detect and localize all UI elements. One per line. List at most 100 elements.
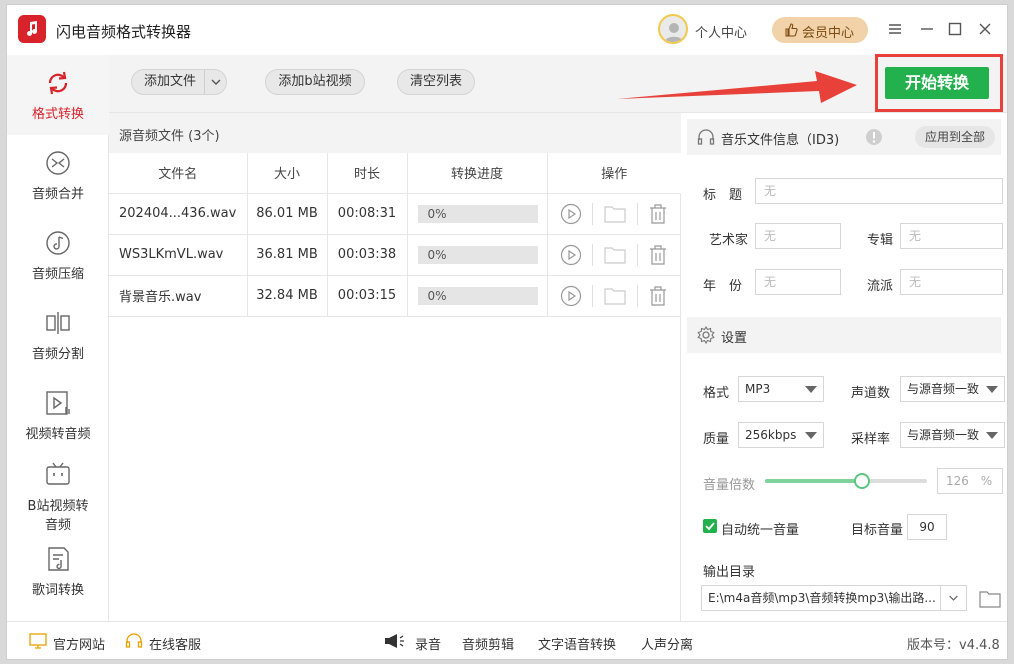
- genre-input[interactable]: 无: [900, 269, 1003, 295]
- bilibili-icon: [46, 462, 70, 485]
- quality-select[interactable]: 256kbps: [738, 422, 824, 448]
- auto-volume-label[interactable]: 自动统一音量: [721, 519, 799, 538]
- settings-section-header: 设置: [687, 317, 1001, 353]
- output-dir-label: 输出目录: [703, 565, 756, 580]
- output-dir-value: E:\m4a音频\mp3\音频转换mp3\输出路...: [708, 591, 936, 605]
- sidebar: 格式转换 音频合并 音频压缩 音频分割 视频转音频 B站视频转 音频 歌词转换: [7, 55, 109, 621]
- sidebar-item-format-convert[interactable]: 格式转换: [7, 55, 109, 135]
- trash-icon[interactable]: [648, 203, 668, 225]
- target-volume-label: 目标音量: [851, 523, 904, 538]
- chevron-down-icon: [211, 79, 221, 85]
- format-value: MP3: [745, 382, 771, 396]
- folder-icon[interactable]: [603, 204, 627, 224]
- avatar[interactable]: [658, 14, 688, 44]
- settings-section-title: 设置: [721, 331, 748, 346]
- gear-icon: [697, 326, 715, 344]
- check-icon: [705, 522, 715, 531]
- audio-edit-link[interactable]: 音频剪辑: [462, 634, 514, 653]
- volume-stepper[interactable]: 126 %: [937, 468, 1003, 494]
- volume-unit: %: [980, 474, 993, 488]
- output-dir-select[interactable]: E:\m4a音频\mp3\音频转换mp3\输出路...: [701, 585, 967, 611]
- info-icon[interactable]: [865, 128, 883, 146]
- sidebar-item-video-to-audio[interactable]: 视频转音频: [7, 389, 109, 442]
- sidebar-item-label: 音频合并: [31, 187, 84, 202]
- start-convert-button[interactable]: 开始转换: [885, 67, 989, 99]
- headphones-icon: [697, 129, 715, 145]
- minimize-icon[interactable]: [917, 19, 937, 39]
- close-icon[interactable]: [975, 19, 995, 39]
- app-window: 闪电音频格式转换器 个人中心 会员中心 格式转换 音频合并 音频压缩 音频分割 …: [6, 4, 1008, 660]
- merge-icon: [46, 151, 70, 175]
- sidebar-item-label: 音频分割: [31, 347, 84, 362]
- sidebar-item-label: 歌词转换: [31, 583, 84, 598]
- album-input[interactable]: 无: [900, 223, 1003, 249]
- video-audio-icon: [46, 391, 70, 415]
- samplerate-select[interactable]: 与源音频一致: [900, 422, 1005, 448]
- channels-select[interactable]: 与源音频一致: [900, 376, 1005, 402]
- play-icon[interactable]: [560, 203, 582, 225]
- progress-text: 0%: [427, 206, 447, 221]
- file-name: 背景音乐.wav: [109, 275, 248, 317]
- trash-icon[interactable]: [648, 244, 668, 266]
- vip-center-button[interactable]: 会员中心: [772, 17, 868, 43]
- add-file-label: 添加文件: [144, 74, 197, 89]
- auto-volume-checkbox[interactable]: [703, 519, 717, 533]
- app-title: 闪电音频格式转换器: [56, 23, 192, 41]
- title-input[interactable]: 无: [755, 178, 1003, 204]
- quality-label: 质量: [703, 432, 730, 447]
- title-label: 标 题: [703, 188, 743, 203]
- text-speech-link[interactable]: 文字语音转换: [538, 634, 616, 653]
- volume-slider[interactable]: [765, 473, 927, 489]
- samplerate-label: 采样率: [851, 432, 891, 447]
- play-icon[interactable]: [560, 244, 582, 266]
- trash-icon[interactable]: [648, 285, 668, 307]
- channels-value: 与源音频一致: [907, 382, 980, 396]
- clear-list-button[interactable]: 清空列表: [397, 69, 475, 95]
- sidebar-item-audio-merge[interactable]: 音频合并: [7, 149, 109, 202]
- folder-icon[interactable]: [603, 245, 627, 265]
- online-support-link[interactable]: 在线客服: [149, 634, 201, 653]
- play-icon[interactable]: [560, 285, 582, 307]
- apply-all-button[interactable]: 应用到全部: [915, 126, 995, 148]
- add-file-dropdown[interactable]: [204, 70, 226, 94]
- file-list-panel: 源音频文件 (3个) 文件名 大小 时长 转换进度 操作 202404...43…: [109, 113, 681, 621]
- table-row[interactable]: 背景音乐.wav 32.84 MB 00:03:15 0%: [109, 275, 681, 317]
- artist-label: 艺术家: [709, 233, 749, 248]
- volume-slider-handle[interactable]: [854, 473, 871, 489]
- add-file-button[interactable]: 添加文件: [131, 69, 227, 95]
- headset-icon: [125, 633, 143, 648]
- user-center-link[interactable]: 个人中心: [695, 22, 747, 41]
- vocal-split-link[interactable]: 人声分离: [641, 634, 693, 653]
- sidebar-item-audio-compress[interactable]: 音频压缩: [7, 229, 109, 282]
- column-header-actions: 操作: [547, 153, 681, 194]
- file-duration: 00:08:31: [327, 193, 408, 235]
- add-bilibili-button[interactable]: 添加b站视频: [265, 69, 365, 95]
- sidebar-item-label: B站视频转: [27, 499, 89, 514]
- lyrics-icon: [48, 547, 69, 571]
- table-row[interactable]: WS3LKmVL.wav 36.81 MB 00:03:38 0%: [109, 234, 681, 276]
- format-select[interactable]: MP3: [738, 376, 824, 402]
- year-input[interactable]: 无: [755, 269, 841, 295]
- record-link[interactable]: 录音: [415, 634, 441, 653]
- folder-icon[interactable]: [978, 589, 1002, 609]
- artist-input[interactable]: 无: [755, 223, 841, 249]
- folder-icon[interactable]: [603, 286, 627, 306]
- megaphone-icon: [385, 634, 404, 648]
- sidebar-item-bilibili-to-audio[interactable]: B站视频转 音频: [7, 461, 109, 533]
- maximize-icon[interactable]: [945, 19, 965, 39]
- file-count-label: 源音频文件 (3个): [119, 129, 220, 144]
- menu-icon[interactable]: [885, 19, 905, 39]
- table-header-row: 文件名 大小 时长 转换进度 操作: [109, 153, 681, 194]
- sidebar-item-lyrics-convert[interactable]: 歌词转换: [7, 545, 109, 598]
- refresh-icon: [48, 71, 68, 95]
- progress-bar: 0%: [417, 286, 538, 305]
- file-size: 32.84 MB: [247, 275, 328, 317]
- file-name: 202404...436.wav: [109, 193, 248, 235]
- sidebar-item-audio-split[interactable]: 音频分割: [7, 309, 109, 362]
- table-row[interactable]: 202404...436.wav 86.01 MB 00:08:31 0%: [109, 193, 681, 235]
- target-volume-input[interactable]: 90: [907, 514, 947, 540]
- genre-label: 流派: [867, 279, 894, 294]
- website-link[interactable]: 官方网站: [53, 634, 105, 653]
- volume-slider-fill: [765, 479, 863, 483]
- properties-panel: 音乐文件信息（ID3) 应用到全部 标 题 无 艺术家 无 专辑 无 年 份 无…: [681, 113, 1007, 621]
